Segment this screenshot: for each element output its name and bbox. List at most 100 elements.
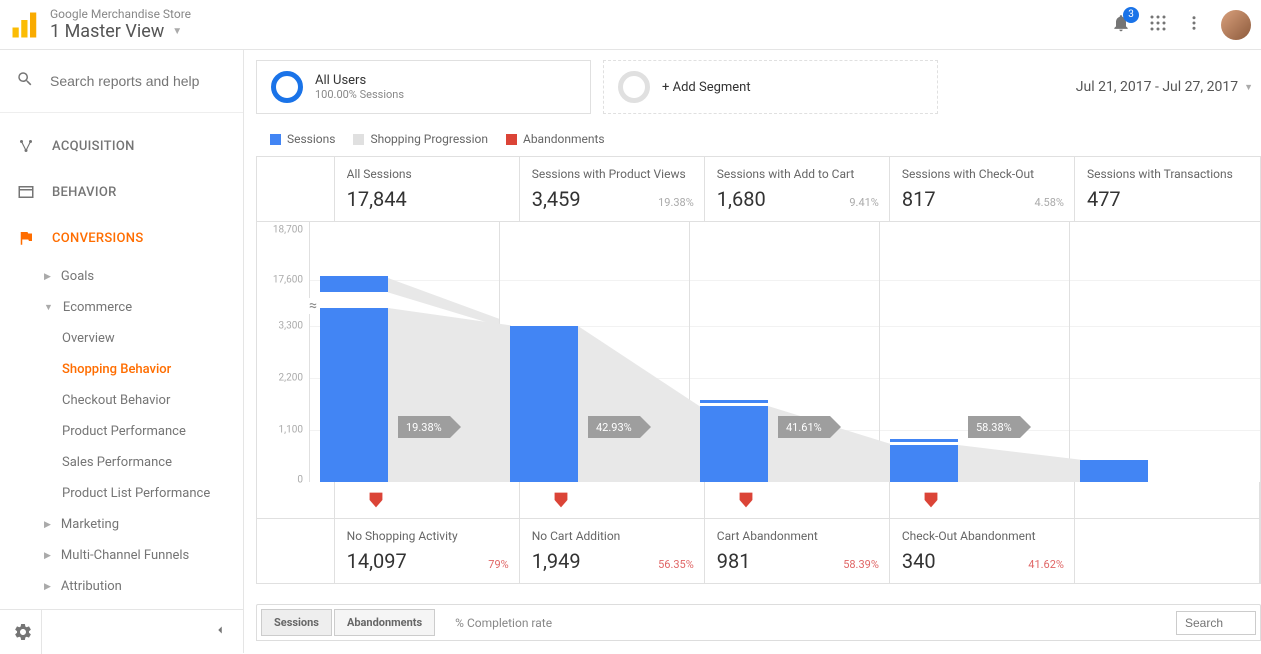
sidebar-item-label: Product List Performance <box>62 486 210 501</box>
progression-tag: 41.61% <box>778 416 830 438</box>
notifications-button[interactable]: 3 <box>1111 13 1131 37</box>
funnel-stage-header[interactable]: Sessions with Check-Out8174.58% <box>890 157 1075 221</box>
sidebar-item-label: Overview <box>62 331 115 346</box>
axis-tick: 17,600 <box>273 275 303 286</box>
abandonment-label: No Cart Addition <box>532 529 692 543</box>
swatch-icon <box>270 134 281 145</box>
sidebar-item-marketing[interactable]: ▶ Marketing <box>28 509 243 540</box>
abandonment-cell[interactable]: No Cart Addition1,94956.35% <box>520 519 705 583</box>
sidebar-item-label: Marketing <box>61 517 119 532</box>
abandonment-pct: 58.39% <box>843 558 879 571</box>
chevron-down-icon: ▼ <box>172 26 182 37</box>
funnel-stage-header[interactable]: Sessions with Transactions477 <box>1075 157 1260 221</box>
search-icon <box>16 70 34 92</box>
sidebar-item-label: Goals <box>61 269 94 284</box>
sidebar-item-multi-channel[interactable]: ▶ Multi-Channel Funnels <box>28 540 243 571</box>
sidebar-item-ecommerce[interactable]: ▼ Ecommerce <box>28 292 243 323</box>
progression-tag: 58.38% <box>968 416 1020 438</box>
abandonment-arrow <box>520 482 705 518</box>
sidebar-item-sales-performance[interactable]: Sales Performance <box>46 447 243 478</box>
abandonment-cell[interactable]: Check-Out Abandonment34041.62% <box>890 519 1075 583</box>
avatar[interactable] <box>1221 10 1251 40</box>
axis-tick: 1,100 <box>279 425 303 436</box>
sidebar-section-acquisition[interactable]: ACQUISITION <box>0 123 243 169</box>
stage-label: Sessions with Product Views <box>532 167 692 181</box>
content-area: All Users 100.00% Sessions + Add Segment… <box>244 50 1261 653</box>
progression-tag: 42.93% <box>588 416 640 438</box>
axis-tick: 0 <box>297 475 303 486</box>
segment-all-users[interactable]: All Users 100.00% Sessions <box>256 60 591 114</box>
sidebar-item-label: Multi-Channel Funnels <box>61 548 189 563</box>
sidebar-item-overview[interactable]: Overview <box>46 323 243 354</box>
acquisition-icon <box>16 137 36 155</box>
funnel-stage-header[interactable]: Sessions with Product Views3,45919.38% <box>520 157 705 221</box>
table-controls: Sessions Abandonments % Completion rate <box>256 604 1261 641</box>
sidebar-item-label: Ecommerce <box>63 300 132 315</box>
stage-pct: 9.41% <box>849 196 879 209</box>
progression-area <box>388 308 511 482</box>
date-range-picker[interactable]: Jul 21, 2017 - Jul 27, 2017 ▼ <box>1068 60 1261 114</box>
progression-pct: 19.38% <box>406 421 442 434</box>
funnel-stage-header[interactable]: Sessions with Add to Cart1,6809.41% <box>705 157 890 221</box>
bar-segment <box>320 308 388 482</box>
segment-circle-icon <box>618 71 650 103</box>
tab-abandonments[interactable]: Abandonments <box>334 609 435 636</box>
legend-abandonments[interactable]: Abandonments <box>506 132 605 146</box>
collapse-sidebar-button[interactable] <box>213 623 239 641</box>
account-selector[interactable]: Google Merchandise Store 1 Master View▼ <box>50 7 191 42</box>
abandonment-label: No Shopping Activity <box>347 529 507 543</box>
funnel-bar-col: 58.38% <box>880 222 1070 482</box>
sidebar-item-checkout-behavior[interactable]: Checkout Behavior <box>46 385 243 416</box>
apps-icon[interactable] <box>1149 14 1167 36</box>
stage-value: 477 <box>1087 187 1248 211</box>
progression-pct: 41.61% <box>786 421 822 434</box>
sidebar-item-shopping-behavior[interactable]: Shopping Behavior <box>46 354 243 385</box>
stage-value: 17,844 <box>347 187 507 211</box>
chevron-down-icon: ▼ <box>1244 82 1253 93</box>
add-segment-button[interactable]: + Add Segment <box>603 60 938 114</box>
abandonment-cell[interactable]: No Shopping Activity14,09779% <box>335 519 520 583</box>
sidebar-label: CONVERSIONS <box>52 231 144 246</box>
progression-pct: 42.93% <box>596 421 632 434</box>
table-search-input[interactable] <box>1176 611 1256 635</box>
sidebar-section-conversions[interactable]: CONVERSIONS <box>0 215 243 261</box>
behavior-icon <box>16 183 36 201</box>
sidebar-section-behavior[interactable]: BEHAVIOR <box>0 169 243 215</box>
sidebar-label: ACQUISITION <box>52 139 135 154</box>
abandonment-pct: 56.35% <box>658 558 694 571</box>
caret-down-icon: ▼ <box>44 302 53 313</box>
sidebar-item-product-performance[interactable]: Product Performance <box>46 416 243 447</box>
stage-label: All Sessions <box>347 167 507 181</box>
sidebar-item-attribution[interactable]: ▶Attribution <box>28 571 243 602</box>
swatch-icon <box>353 134 364 145</box>
funnel-stage-header[interactable]: All Sessions 17,844 <box>335 157 520 221</box>
more-icon[interactable] <box>1185 14 1203 36</box>
sidebar-label: BEHAVIOR <box>52 185 117 200</box>
search-input[interactable] <box>50 73 227 89</box>
stage-label: Sessions with Add to Cart <box>717 167 877 181</box>
tab-sessions[interactable]: Sessions <box>261 609 332 636</box>
top-bar: Google Merchandise Store 1 Master View▼ … <box>0 0 1261 50</box>
funnel-chart: All Sessions 17,844 Sessions with Product… <box>256 156 1261 584</box>
sidebar-item-goals[interactable]: ▶ Goals <box>28 261 243 292</box>
funnel-bar-col: 41.61% <box>690 222 880 482</box>
bar-segment <box>700 406 768 482</box>
admin-button[interactable] <box>4 610 42 654</box>
flag-icon <box>16 229 36 247</box>
legend-progression[interactable]: Shopping Progression <box>353 132 488 146</box>
y-axis: 18,700 17,600 ≈ 3,300 2,200 1,100 0 <box>257 222 310 482</box>
view-name: 1 Master View <box>50 21 164 42</box>
funnel-bar-col <box>1070 222 1260 482</box>
caret-right-icon: ▶ <box>44 520 51 530</box>
legend-sessions[interactable]: Sessions <box>270 132 335 146</box>
bar-segment <box>1080 460 1148 482</box>
caret-right-icon: ▶ <box>44 272 51 282</box>
abandonment-pct: 79% <box>488 558 508 571</box>
funnel-bar-col: 19.38% <box>310 222 500 482</box>
sidebar-item-label: Shopping Behavior <box>62 362 171 377</box>
bar-segment <box>320 276 388 292</box>
sidebar-item-product-list-performance[interactable]: Product List Performance <box>46 478 243 509</box>
abandonment-cell[interactable]: Cart Abandonment98158.39% <box>705 519 890 583</box>
caret-right-icon: ▶ <box>44 551 51 561</box>
legend-label: Abandonments <box>523 132 605 146</box>
